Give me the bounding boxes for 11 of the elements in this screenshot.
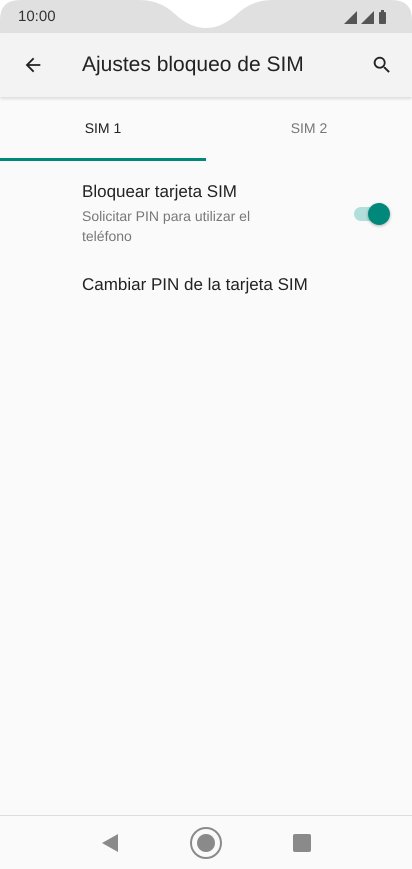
- home-button-icon[interactable]: [189, 826, 223, 860]
- back-triangle-icon[interactable]: [101, 832, 119, 852]
- recents-square-icon[interactable]: [293, 834, 311, 852]
- tab[interactable]: SIM 1: [0, 97, 206, 161]
- setting-subtitle: Solicitar PIN para utilizar el teléfono: [82, 207, 252, 246]
- setting-title: Bloquear tarjeta SIM: [82, 182, 238, 202]
- tab[interactable]: SIM 2: [206, 97, 412, 161]
- status-time: 10:00: [18, 8, 56, 25]
- toggle-switch[interactable]: [352, 202, 390, 226]
- screen-title: Ajustes bloqueo de SIM: [82, 53, 304, 77]
- setting-item[interactable]: Cambiar PIN de la tarjeta SIM: [82, 275, 308, 295]
